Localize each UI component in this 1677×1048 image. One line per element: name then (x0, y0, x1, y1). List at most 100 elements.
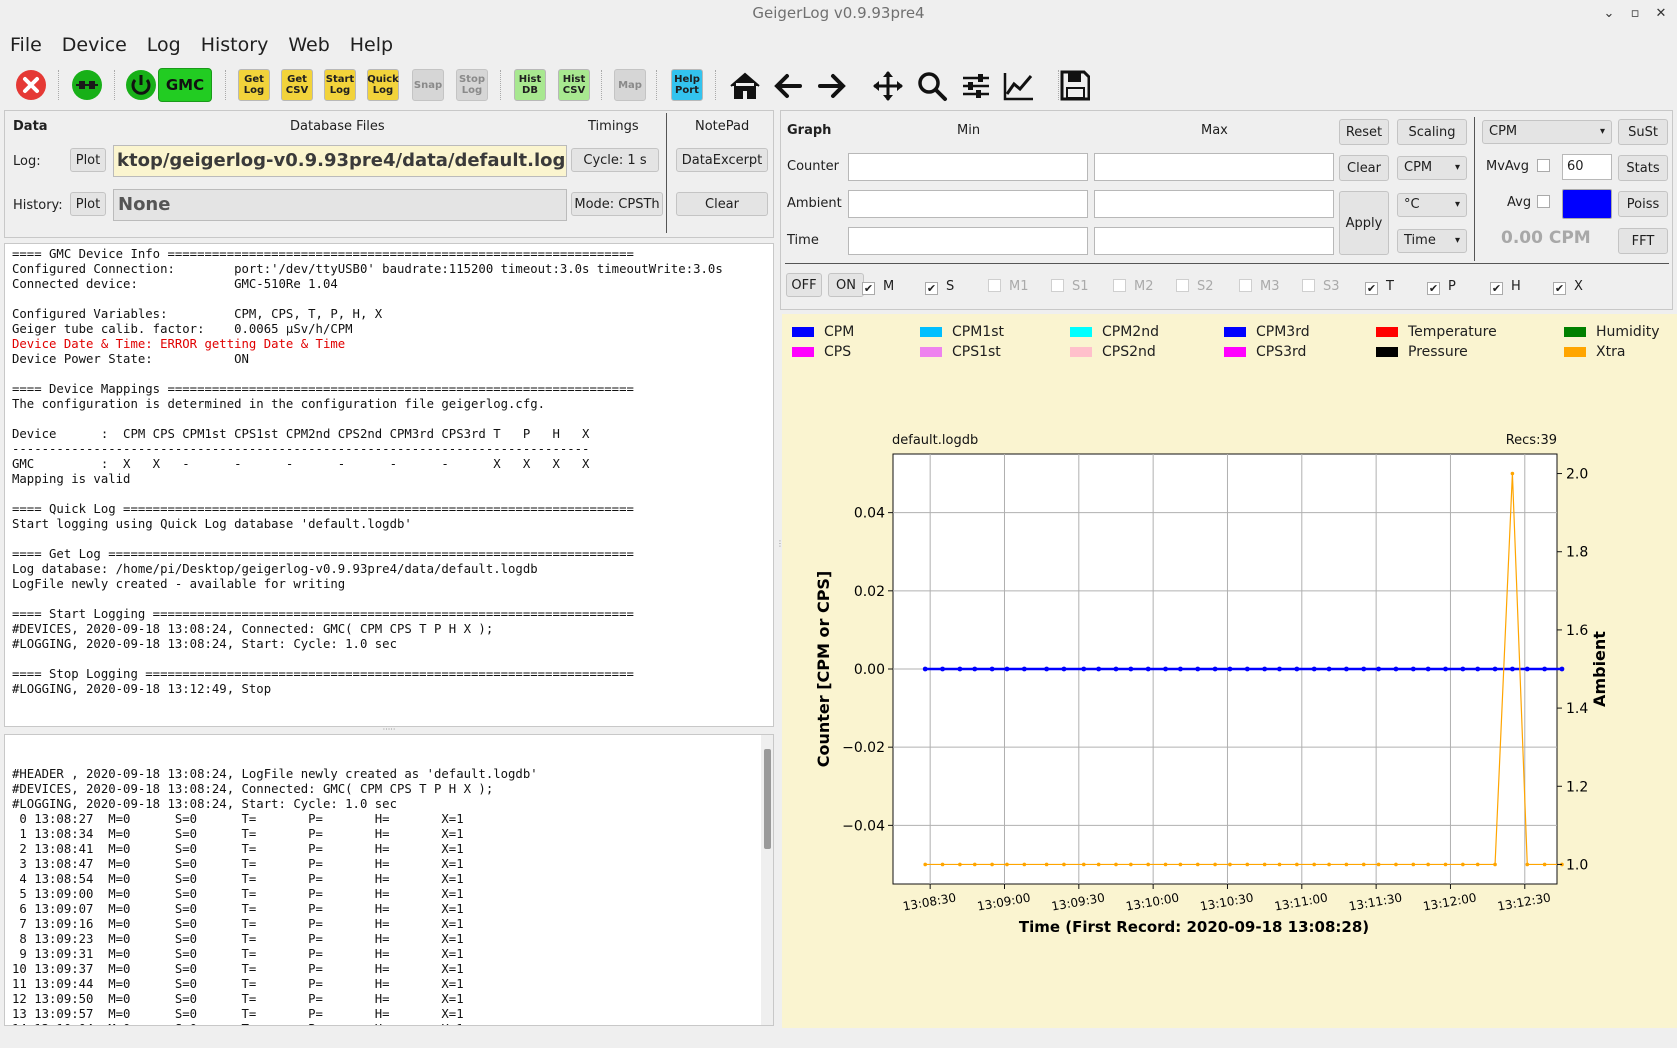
data-point-cpm (1393, 666, 1399, 672)
data-point-cpm (957, 666, 963, 672)
checkbox-label: T (1386, 279, 1394, 294)
power-button[interactable] (124, 68, 156, 102)
console-line: ==== GMC Device Info ===================… (12, 247, 634, 261)
hist-csv-button[interactable]: Hist CSV (558, 69, 590, 101)
menu-file[interactable]: File (0, 30, 52, 60)
min-header: Min (957, 123, 981, 138)
plot-log-button[interactable]: Plot (70, 148, 106, 172)
splitter-handle[interactable]: ····· (4, 726, 774, 734)
time-min-input[interactable] (848, 227, 1088, 255)
stop-log-button[interactable]: Stop Log (456, 69, 488, 101)
menu-web[interactable]: Web (278, 30, 339, 60)
log-console[interactable]: #HEADER , 2020-09-18 13:08:24, LogFile n… (4, 734, 774, 1026)
checkbox-x[interactable]: ✔ X (1553, 279, 1583, 295)
time-max-input[interactable] (1094, 227, 1334, 255)
scrollbar-thumb[interactable] (764, 749, 771, 849)
mvavg-input[interactable]: 60 (1562, 154, 1612, 180)
map-button[interactable]: Map (614, 69, 646, 101)
clear-limits-button[interactable]: Clear (1339, 155, 1389, 181)
cycle-button[interactable]: Cycle: 1 s (571, 148, 659, 172)
data-excerpt-button[interactable]: DataExcerpt (676, 148, 768, 172)
log-line: #HEADER , 2020-09-18 13:08:24, LogFile n… (12, 767, 538, 781)
checkbox-m[interactable]: ✔ M (862, 279, 894, 295)
reset-button[interactable]: Reset (1339, 119, 1389, 145)
pan-icon[interactable] (873, 71, 903, 101)
quick-log-button[interactable]: Quick Log (367, 69, 399, 101)
maximize-icon[interactable]: ▫ (1627, 1, 1643, 27)
ambient-max-input[interactable] (1094, 190, 1334, 218)
edit-axes-icon[interactable] (1003, 73, 1033, 101)
gmc-device-button[interactable]: GMC (158, 68, 212, 102)
data-point-xtra (1394, 862, 1398, 867)
console-line: LogFile newly created - available for wr… (12, 577, 346, 591)
history-file-field[interactable]: None (113, 189, 567, 221)
connect-button[interactable] (70, 68, 104, 102)
time-unit-select[interactable]: Time (1397, 229, 1467, 253)
log-line: 10 13:09:37 M=0 S=0 T= P= H= X=1 (12, 962, 464, 976)
hist-db-button[interactable]: Hist DB (514, 69, 546, 101)
notepad-clear-button[interactable]: Clear (676, 192, 768, 216)
console-line: Device Date & Time: ERROR getting Date &… (12, 337, 346, 351)
info-console[interactable]: ==== GMC Device Info ===================… (4, 243, 774, 727)
on-button[interactable]: ON (828, 273, 864, 297)
data-point-cpm (1311, 666, 1317, 672)
ambient-unit-select[interactable]: °C (1397, 193, 1467, 217)
checkbox-s[interactable]: ✔ S (925, 279, 954, 295)
mode-button[interactable]: Mode: CPSTh (571, 192, 663, 216)
mvavg-label: MvAvg (1486, 159, 1529, 174)
get-csv-button[interactable]: Get CSV (281, 69, 313, 101)
scaling-button[interactable]: Scaling (1397, 119, 1467, 145)
checkbox-p[interactable]: ✔ P (1427, 279, 1456, 295)
checkbox-h[interactable]: ✔ H (1490, 279, 1521, 295)
sust-button[interactable]: SuSt (1618, 119, 1668, 145)
apply-button[interactable]: Apply (1339, 191, 1389, 255)
ambient-min-input[interactable] (848, 190, 1088, 218)
poiss-button[interactable]: Poiss (1618, 191, 1668, 217)
menu-log[interactable]: Log (137, 30, 191, 60)
start-log-button[interactable]: Start Log (324, 69, 356, 101)
checkbox-s1[interactable]: S1 (1051, 279, 1089, 294)
checkbox-s3[interactable]: S3 (1302, 279, 1340, 294)
off-button[interactable]: OFF (786, 273, 822, 297)
x-axis-label: Time (First Record: 2020-09-18 13:08:28) (1019, 918, 1369, 936)
checkbox-t[interactable]: ✔ T (1365, 279, 1394, 295)
minimize-icon[interactable]: ⌄ (1601, 1, 1617, 27)
fft-button[interactable]: FFT (1618, 228, 1668, 254)
checkbox-s2[interactable]: S2 (1176, 279, 1214, 294)
counter-max-input[interactable] (1094, 153, 1334, 181)
exit-button[interactable] (14, 68, 48, 102)
menu-help[interactable]: Help (340, 30, 403, 60)
plot-nav-toolbar (730, 71, 1033, 101)
snap-button[interactable]: Snap (412, 69, 444, 101)
notepad-header: NotePad (695, 119, 750, 134)
counter-min-input[interactable] (848, 153, 1088, 181)
forward-arrow-icon[interactable] (818, 74, 846, 98)
avg-checkbox[interactable] (1537, 195, 1550, 208)
stats-button[interactable]: Stats (1618, 155, 1668, 181)
close-window-icon[interactable]: ✕ (1653, 1, 1669, 27)
help-port-button[interactable]: Help Port (671, 69, 703, 101)
zoom-icon[interactable] (918, 72, 947, 101)
log-scrollbar[interactable] (761, 735, 773, 1025)
home-icon[interactable] (730, 72, 760, 99)
log-file-field[interactable]: ktop/geigerlog-v0.9.93pre4/data/default.… (113, 145, 567, 177)
checkbox-m2[interactable]: M2 (1113, 279, 1154, 294)
plot-history-button[interactable]: Plot (70, 192, 106, 216)
data-point-cpm (1227, 666, 1233, 672)
vertical-splitter-handle[interactable]: ⋮ (776, 540, 784, 580)
console-line: Device : CPM CPS CPM1st CPS1st CPM2nd CP… (12, 427, 590, 441)
color-picker-button[interactable] (1562, 189, 1612, 219)
menu-device[interactable]: Device (52, 30, 137, 60)
get-log-button[interactable]: Get Log (238, 69, 270, 101)
mvavg-checkbox[interactable] (1537, 159, 1550, 172)
counter-unit-select[interactable]: CPM (1397, 156, 1467, 180)
window-title: GeigerLog v0.9.93pre4 (752, 4, 925, 22)
menu-history[interactable]: History (191, 30, 279, 60)
checkbox-m1[interactable]: M1 (988, 279, 1029, 294)
back-arrow-icon[interactable] (774, 74, 802, 98)
variable-select[interactable]: CPM (1482, 120, 1612, 144)
configure-subplots-icon[interactable] (963, 74, 989, 98)
save-figure-icon[interactable] (1060, 70, 1090, 102)
graph-panel: Graph Min Max Reset Scaling CPM SuSt Cou… (780, 110, 1673, 310)
checkbox-m3[interactable]: M3 (1239, 279, 1280, 294)
